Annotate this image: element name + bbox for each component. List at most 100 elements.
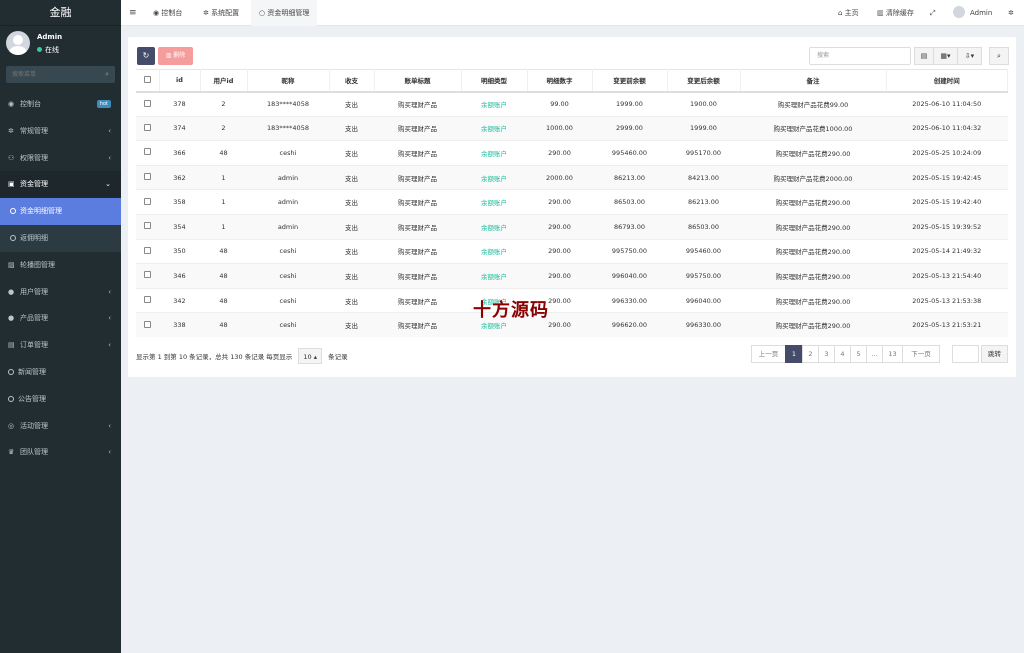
image-icon: ▨ (8, 260, 15, 269)
sidebar-item-banner[interactable]: ▨ 轮播图管理 (0, 252, 121, 279)
sidebar-toggle-icon[interactable]: ≡ (121, 0, 145, 26)
cell-remark: 购买理财产品花费290.00 (740, 189, 886, 215)
row-checkbox[interactable] (144, 271, 151, 279)
cell-in-out: 支出 (329, 140, 374, 166)
sidebar-item-notices[interactable]: 公告管理 (0, 386, 121, 413)
sidebar-item-auth[interactable]: ⚇ 权限管理 ‹ (0, 145, 121, 172)
table-row[interactable]: 346 48 ceshi 支出 购买理财产品 余额账户 290.00 996040.00 995… (136, 263, 1008, 289)
sidebar-item-label: 用户管理 (20, 287, 48, 296)
cell-created-at: 2025-06-10 11:04:50 (886, 91, 1008, 117)
sidebar-item-fund-details[interactable]: 资金明细管理 (0, 198, 121, 225)
header-balance-before[interactable]: 变更前余额 (592, 69, 668, 93)
clear-cache-label: 清除缓存 (885, 9, 914, 17)
sidebar-item-general[interactable]: ✲ 常规管理 ‹ (0, 118, 121, 145)
row-checkbox[interactable] (144, 320, 151, 328)
row-checkbox[interactable] (144, 123, 151, 131)
header-remark[interactable]: 备注 (740, 69, 887, 93)
sidebar-item-events[interactable]: ◎ 活动管理 ‹ (0, 413, 121, 440)
refresh-button[interactable]: ↻ (137, 47, 155, 65)
page-button[interactable]: 4 (834, 345, 851, 363)
clear-cache-button[interactable]: ▥ 清除缓存 (877, 0, 914, 26)
header-bill-title[interactable]: 账单标题 (374, 69, 462, 93)
table-row[interactable]: 342 48 ceshi 支出 购买理财产品 余额账户 290.00 996330.00 996… (136, 287, 1008, 313)
row-checkbox[interactable] (144, 296, 151, 304)
page-button[interactable]: 2 (802, 345, 819, 363)
toggle-view-icon[interactable]: ▤ (914, 47, 934, 65)
advanced-search-icon[interactable]: ⌕ (989, 47, 1009, 65)
next-page-button[interactable]: 下一页 (902, 345, 940, 363)
row-checkbox[interactable] (144, 246, 151, 254)
header-detail-type[interactable]: 明细类型 (461, 69, 528, 93)
user-menu[interactable]: Admin (953, 0, 992, 26)
sidebar-item-commission[interactable]: 返佣明细 (0, 225, 121, 252)
chevron-left-icon: ‹ (108, 153, 111, 162)
prev-page-button[interactable]: 上一页 (751, 345, 786, 363)
header-created-at[interactable]: 创建时间 (886, 69, 1008, 93)
page-button[interactable]: 3 (818, 345, 835, 363)
select-all-checkbox[interactable] (143, 75, 151, 83)
cell-nickname: 183****4058 (247, 91, 329, 117)
cell-id: 346 (159, 263, 200, 289)
cell-bill-title: 购买理财产品 (374, 115, 461, 141)
tab-fund-details[interactable]: ○ 资金明细管理 (251, 0, 318, 26)
list-icon: ▤ (8, 341, 15, 350)
table-row[interactable]: 338 48 ceshi 支出 购买理财产品 余额账户 290.00 996620.00 996… (136, 312, 1008, 338)
jump-page-input[interactable] (952, 345, 979, 363)
select-all-cell (136, 69, 160, 93)
tab-system-config[interactable]: ✲ 系统配置 (195, 0, 247, 26)
cell-id: 350 (159, 238, 200, 264)
header-detail-amount[interactable]: 明细数字 (527, 69, 593, 93)
app-logo[interactable]: 金融 (0, 0, 121, 26)
cell-balance-after: 1900.00 (667, 91, 740, 117)
table-row[interactable]: 350 48 ceshi 支出 购买理财产品 余额账户 290.00 995750.00 995… (136, 238, 1008, 264)
home-link[interactable]: ⌂ 主页 (838, 0, 859, 26)
columns-dropdown-icon[interactable]: ▦▾ (933, 47, 958, 65)
row-checkbox[interactable] (144, 222, 151, 230)
page-size-select[interactable]: 10 ▴ (298, 348, 322, 364)
header-in-out[interactable]: 收支 (329, 69, 375, 93)
table-row[interactable]: 362 1 admin 支出 购买理财产品 余额账户 2000.00 86213.00 8421… (136, 164, 1008, 190)
user-menu-label: Admin (970, 9, 993, 17)
sidebar-item-dashboard[interactable]: ◉ 控制台 hot (0, 91, 121, 118)
settings-icon[interactable]: ✲ (1008, 0, 1014, 26)
sidebar-search-input[interactable] (6, 66, 96, 83)
export-dropdown-icon[interactable]: ⇩▾ (957, 47, 982, 65)
table-row[interactable]: 366 48 ceshi 支出 购买理财产品 余额账户 290.00 995460.00 995… (136, 140, 1008, 166)
table-row[interactable]: 354 1 admin 支出 购买理财产品 余额账户 290.00 86793.00 86503… (136, 213, 1008, 240)
cell-in-out: 支出 (329, 312, 374, 338)
sidebar-item-news[interactable]: 新闻管理 (0, 359, 121, 386)
fullscreen-icon[interactable]: ⤢ (930, 0, 936, 26)
cell-nickname: ceshi (247, 238, 329, 264)
table-search-input[interactable]: 搜索 (809, 47, 911, 65)
table-row[interactable]: 358 1 admin 支出 购买理财产品 余额账户 290.00 86503.00 86213… (136, 189, 1008, 215)
jump-button[interactable]: 跳转 (981, 345, 1008, 363)
sidebar-item-users[interactable]: ● 用户管理 ‹ (0, 279, 121, 306)
sidebar-item-orders[interactable]: ▤ 订单管理 ‹ (0, 332, 121, 359)
table-row[interactable]: 378 2 183****4058 支出 购买理财产品 余额账户 99.00 1999.00 1… (136, 91, 1008, 117)
row-checkbox[interactable] (144, 148, 151, 156)
row-checkbox[interactable] (144, 197, 151, 205)
header-nickname[interactable]: 昵称 (247, 69, 330, 93)
user-name: Admin (37, 33, 63, 41)
top-navbar: ≡ ◉ 控制台 ✲ 系统配置 ○ 资金明细管理 ⌂ 主页 ▥ 清除缓存 ⤢ Ad… (121, 0, 1024, 26)
page-button[interactable]: 13 (882, 345, 903, 363)
header-user-id[interactable]: 用户id (200, 69, 248, 93)
chevron-left-icon: ‹ (108, 421, 111, 430)
search-icon[interactable]: ⌕ (105, 70, 109, 79)
page-button[interactable]: 1 (785, 345, 803, 363)
header-id[interactable]: id (159, 69, 201, 93)
cell-user-id: 2 (200, 91, 247, 117)
sidebar-item-funds[interactable]: ▣ 资金管理 ⌄ (0, 171, 121, 199)
delete-button[interactable]: ▥ 删除 (158, 47, 193, 65)
tab-dashboard[interactable]: ◉ 控制台 (145, 0, 190, 26)
sidebar-item-products[interactable]: ● 产品管理 ‹ (0, 305, 121, 332)
row-checkbox[interactable] (144, 99, 151, 107)
page-button[interactable]: 5 (850, 345, 867, 363)
row-select-cell (136, 140, 159, 166)
row-checkbox[interactable] (144, 173, 151, 181)
target-icon: ◎ (8, 421, 15, 430)
table-row[interactable]: 374 2 183****4058 支出 购买理财产品 余额账户 1000.00 2999.0… (136, 115, 1008, 141)
refresh-icon: ↻ (142, 51, 150, 60)
header-balance-after[interactable]: 变更后余额 (667, 69, 741, 93)
sidebar-item-team[interactable]: ♛ 团队管理 ‹ (0, 439, 121, 466)
